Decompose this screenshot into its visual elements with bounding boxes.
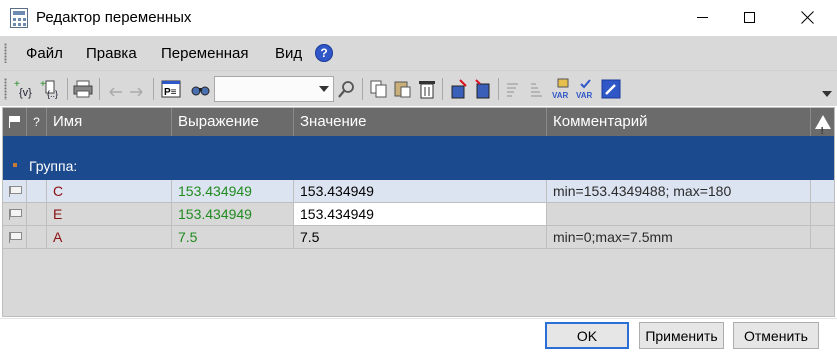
- search-icon[interactable]: [336, 78, 358, 100]
- row-value: 153.434949: [294, 203, 547, 225]
- header-expression[interactable]: Выражение: [172, 108, 294, 136]
- group-label: Группа:: [29, 158, 78, 174]
- maximize-icon: [743, 11, 755, 23]
- menu-variable[interactable]: Переменная: [161, 45, 249, 62]
- group-marker-icon: [13, 163, 17, 167]
- menu-bar: Файл Правка Переменная Вид ?: [0, 36, 837, 70]
- row-status-cell: [27, 226, 47, 248]
- add-variable-icon[interactable]: + {v}: [14, 78, 36, 100]
- paste-icon[interactable]: [392, 78, 414, 100]
- toolbar-grip-icon[interactable]: [4, 78, 7, 100]
- menu-view[interactable]: Вид: [275, 45, 302, 62]
- minimize-button[interactable]: [679, 0, 725, 34]
- row-comment[interactable]: min=0;max=7.5mm: [547, 226, 811, 248]
- search-combo[interactable]: [214, 76, 334, 102]
- copy-icon[interactable]: [368, 78, 390, 100]
- row-expression[interactable]: 7.5: [172, 226, 294, 248]
- var-icon[interactable]: VAR: [552, 78, 574, 100]
- table-row[interactable]: C 153.434949 153.434949 min=153.4349488;…: [3, 180, 834, 203]
- delete-icon[interactable]: [416, 78, 438, 100]
- apply-button[interactable]: Применить: [639, 322, 724, 349]
- properties-icon[interactable]: P≡: [160, 78, 182, 100]
- row-expression[interactable]: 153.434949: [172, 203, 294, 225]
- toolbar-separator: [498, 78, 499, 100]
- svg-text:+: +: [40, 79, 46, 90]
- row-flag-cell[interactable]: [3, 226, 27, 248]
- header-warning[interactable]: !: [811, 108, 834, 137]
- flag-icon: [8, 185, 22, 197]
- undo-icon[interactable]: [104, 78, 126, 100]
- calculator-icon: [10, 8, 28, 28]
- flag-icon: [8, 231, 22, 243]
- row-status-cell: [27, 180, 47, 202]
- edit-icon[interactable]: [600, 78, 622, 100]
- menu-grip-icon[interactable]: [4, 43, 7, 63]
- question-icon: ?: [33, 115, 40, 129]
- row-warning-cell: [811, 226, 834, 248]
- flag-icon: [8, 116, 21, 128]
- cancel-button[interactable]: Отменить: [733, 322, 819, 349]
- row-flag-cell[interactable]: [3, 203, 27, 225]
- flag-icon: [8, 208, 22, 220]
- header-comment[interactable]: Комментарий: [547, 108, 811, 136]
- close-icon: [801, 11, 814, 24]
- header-name[interactable]: Имя: [47, 108, 172, 136]
- header-value[interactable]: Значение: [294, 108, 547, 136]
- header-flag[interactable]: [3, 108, 27, 136]
- print-icon[interactable]: [72, 78, 94, 100]
- title-bar: Редактор переменных: [0, 0, 837, 36]
- menu-edit[interactable]: Правка: [86, 45, 137, 62]
- toolbar: + {v} + {..} P≡ VAR VAR: [0, 70, 837, 106]
- row-flag-cell[interactable]: [3, 180, 27, 202]
- add-function-variable-icon[interactable]: + {..}: [40, 78, 62, 100]
- dialog-footer: OK Применить Отменить: [0, 318, 837, 353]
- toolbar-separator: [67, 78, 68, 100]
- toolbar-separator: [362, 78, 363, 100]
- insert-before-icon[interactable]: [448, 78, 470, 100]
- table-row[interactable]: A 7.5 7.5 min=0;max=7.5mm: [3, 226, 834, 249]
- var-check-icon[interactable]: VAR: [576, 78, 598, 100]
- group-row[interactable]: Группа:: [3, 136, 834, 180]
- sort-desc-icon[interactable]: [528, 78, 550, 100]
- help-icon[interactable]: ?: [315, 44, 333, 62]
- svg-text:VAR: VAR: [552, 91, 569, 100]
- find-icon[interactable]: [190, 78, 212, 100]
- menu-file[interactable]: Файл: [26, 45, 63, 62]
- row-expression[interactable]: 153.434949: [172, 180, 294, 202]
- row-value: 153.434949: [294, 180, 547, 202]
- toolbar-separator: [99, 78, 100, 100]
- chevron-down-icon[interactable]: [319, 86, 329, 92]
- minimize-icon: [696, 16, 708, 18]
- row-name[interactable]: A: [47, 226, 172, 248]
- row-name[interactable]: C: [47, 180, 172, 202]
- window-title: Редактор переменных: [36, 9, 192, 26]
- svg-text:{..}: {..}: [47, 89, 58, 99]
- close-button[interactable]: [784, 0, 830, 34]
- toolbar-separator: [442, 78, 443, 100]
- row-comment[interactable]: min=153.4349488; max=180: [547, 180, 811, 202]
- toolbar-separator: [153, 78, 154, 100]
- row-comment[interactable]: [547, 203, 811, 225]
- toolbar-overflow-icon[interactable]: [822, 91, 832, 97]
- svg-text:{v}: {v}: [19, 87, 32, 99]
- svg-text:VAR: VAR: [576, 91, 593, 100]
- table-row[interactable]: E 153.434949 153.434949: [3, 203, 834, 226]
- sort-icon[interactable]: [504, 78, 526, 100]
- row-warning-cell: [811, 203, 834, 225]
- header-help[interactable]: ?: [27, 108, 47, 136]
- row-status-cell: [27, 203, 47, 225]
- redo-icon[interactable]: [126, 78, 148, 100]
- table-header: ? Имя Выражение Значение Комментарий !: [3, 108, 834, 137]
- svg-text:P≡: P≡: [164, 87, 177, 98]
- row-name[interactable]: E: [47, 203, 172, 225]
- maximize-button[interactable]: [726, 0, 772, 34]
- variables-table: ? Имя Выражение Значение Комментарий ! Г…: [2, 107, 835, 317]
- ok-button[interactable]: OK: [545, 322, 629, 349]
- warning-icon: !: [814, 115, 831, 137]
- row-value: 7.5: [294, 226, 547, 248]
- row-warning-cell: [811, 180, 834, 202]
- insert-after-icon[interactable]: [472, 78, 494, 100]
